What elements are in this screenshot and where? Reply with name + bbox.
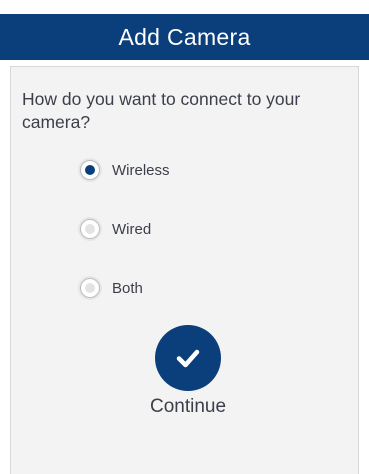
continue-label[interactable]: Continue — [120, 396, 256, 418]
option-wireless-label: Wireless — [112, 161, 170, 179]
radio-wireless[interactable] — [80, 160, 100, 180]
checkmark-icon — [176, 349, 200, 368]
radio-both[interactable] — [80, 278, 100, 298]
header-bar: Add Camera — [0, 14, 369, 60]
add-camera-screen: Add Camera How do you want to connect to… — [0, 0, 369, 474]
connection-question: How do you want to connect to your camer… — [22, 89, 301, 132]
option-both-label: Both — [112, 279, 143, 297]
option-both[interactable]: Both — [80, 278, 143, 298]
radio-wired[interactable] — [80, 219, 100, 239]
radio-unselected-dot — [85, 283, 95, 293]
option-wireless[interactable]: Wireless — [80, 160, 170, 180]
continue-button[interactable] — [155, 325, 221, 391]
radio-unselected-dot — [85, 224, 95, 234]
option-wired-label: Wired — [112, 220, 152, 238]
option-wired[interactable]: Wired — [80, 219, 151, 239]
page-title: Add Camera — [118, 23, 251, 50]
radio-selected-dot — [85, 165, 95, 175]
